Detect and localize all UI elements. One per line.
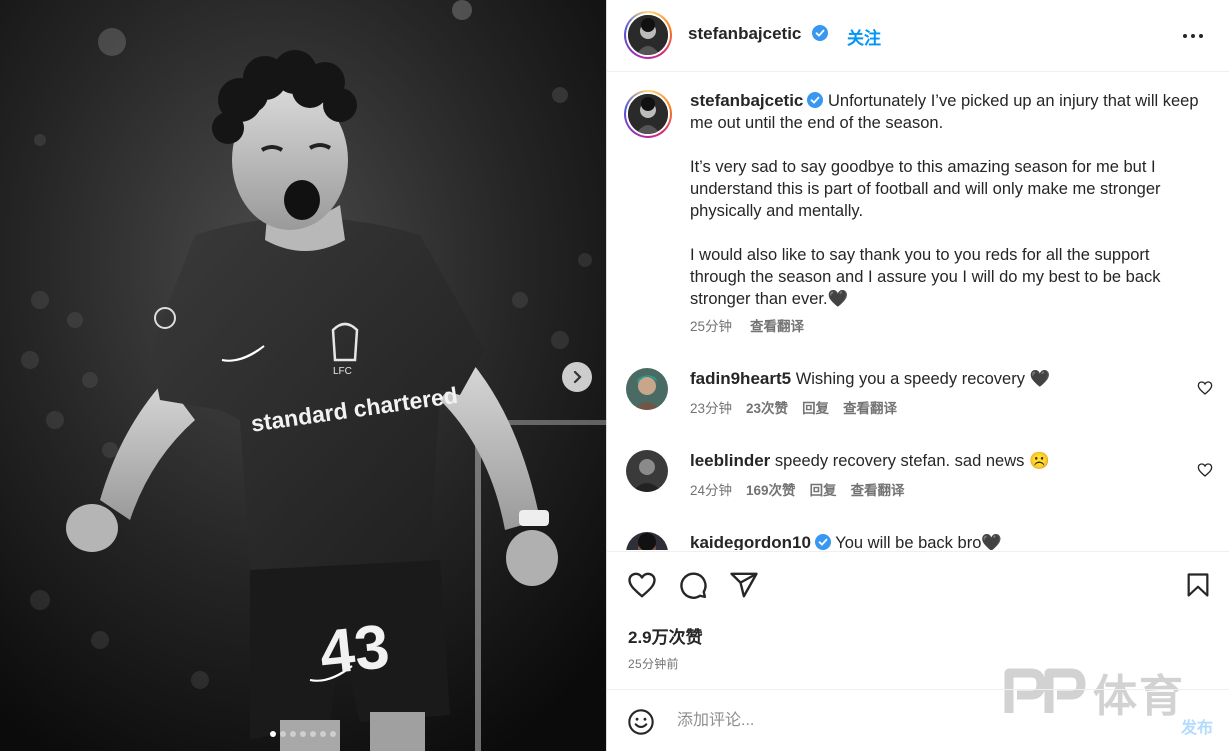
carousel-dot bbox=[280, 731, 286, 737]
follow-button[interactable]: 关注 bbox=[847, 24, 881, 49]
caption-translate-link[interactable]: 查看翻译 bbox=[750, 316, 804, 338]
carousel-dot bbox=[270, 731, 276, 737]
caption-text: I would also like to say thank you to yo… bbox=[690, 246, 1161, 308]
reply-button[interactable]: 回复 bbox=[810, 480, 837, 502]
carousel-dot bbox=[300, 731, 306, 737]
bookmark-icon[interactable] bbox=[1184, 570, 1212, 600]
carousel-dot bbox=[310, 731, 316, 737]
comments-scroll-area[interactable]: stefanbajcetic Unfortunately I’ve picked… bbox=[607, 72, 1229, 550]
caption-meta: 25分钟 查看翻译 bbox=[690, 316, 1200, 338]
emoji-smile-icon[interactable] bbox=[627, 708, 655, 736]
comment-likes[interactable]: 23次赞 bbox=[746, 398, 788, 420]
caption-username[interactable]: stefanbajcetic bbox=[690, 91, 803, 110]
commenter-avatar[interactable] bbox=[626, 532, 668, 550]
carousel-dot bbox=[290, 731, 296, 737]
commenter-username[interactable]: kaidegordon10 bbox=[690, 533, 811, 550]
post-header: stefanbajcetic 关注 bbox=[607, 0, 1229, 72]
commenter-username[interactable]: fadin9heart5 bbox=[690, 369, 791, 388]
comment-translate-link[interactable]: 查看翻译 bbox=[851, 480, 905, 502]
commenter-username[interactable]: leeblinder bbox=[690, 451, 770, 470]
heart-icon[interactable] bbox=[627, 570, 657, 600]
caption-text: It’s very sad to say goodbye to this ama… bbox=[690, 158, 1161, 220]
comment-input[interactable] bbox=[677, 708, 1127, 734]
heart-icon[interactable] bbox=[1197, 380, 1213, 396]
comment-text: Wishing you a speedy recovery 🖤 bbox=[795, 370, 1051, 388]
comment-translate-link[interactable]: 查看翻译 bbox=[843, 398, 897, 420]
comment-item: kaidegordon10 You will be back bro🖤 bbox=[624, 532, 1219, 550]
chevron-right-icon bbox=[573, 370, 582, 384]
author-avatar[interactable] bbox=[624, 90, 672, 138]
verified-badge-icon bbox=[811, 534, 831, 550]
club-crest-text: LFC bbox=[333, 366, 352, 377]
comment-text: speedy recovery stefan. sad news ☹️ bbox=[774, 452, 1050, 470]
carousel-dot bbox=[330, 731, 336, 737]
carousel-dot bbox=[320, 731, 326, 737]
reply-button[interactable]: 回复 bbox=[802, 398, 829, 420]
comment-item: fadin9heart5 Wishing you a speedy recove… bbox=[624, 368, 1219, 428]
paper-plane-icon[interactable] bbox=[729, 570, 759, 600]
post-actions: 2.9万次赞 25分钟前 体育 bbox=[607, 551, 1229, 722]
post-photo: LFC standard chartered 43 bbox=[0, 0, 606, 751]
author-avatar[interactable] bbox=[624, 11, 672, 59]
comment-item: leeblinder speedy recovery stefan. sad n… bbox=[624, 450, 1219, 510]
comment-likes[interactable]: 169次赞 bbox=[746, 480, 796, 502]
more-horizontal-icon[interactable] bbox=[1181, 26, 1205, 46]
author-username[interactable]: stefanbajcetic bbox=[688, 24, 801, 44]
post-comment-button[interactable]: 发布 bbox=[1181, 714, 1213, 738]
like-count[interactable]: 2.9万次赞 bbox=[628, 623, 703, 648]
commenter-avatar[interactable] bbox=[626, 368, 668, 410]
carousel-indicator bbox=[0, 731, 606, 737]
comment-composer: 发布 bbox=[607, 689, 1229, 751]
jersey-number: 43 bbox=[317, 612, 393, 688]
comment-time[interactable]: 23分钟 bbox=[690, 398, 732, 420]
comment-time[interactable]: 24分钟 bbox=[690, 480, 732, 502]
comment-text: You will be back bro🖤 bbox=[835, 534, 1002, 550]
caption-time[interactable]: 25分钟 bbox=[690, 316, 732, 338]
next-slide-button[interactable] bbox=[562, 362, 592, 392]
commenter-avatar[interactable] bbox=[626, 450, 668, 492]
post-media[interactable]: LFC standard chartered 43 bbox=[0, 0, 606, 751]
comment-bubble-icon[interactable] bbox=[678, 570, 708, 600]
verified-badge-icon bbox=[803, 92, 824, 110]
heart-icon[interactable] bbox=[1197, 462, 1213, 478]
verified-badge-icon bbox=[808, 25, 828, 44]
post-details-panel: stefanbajcetic 关注 stefanbajcetic Unfortu… bbox=[606, 0, 1229, 751]
post-timestamp: 25分钟前 bbox=[628, 657, 679, 671]
